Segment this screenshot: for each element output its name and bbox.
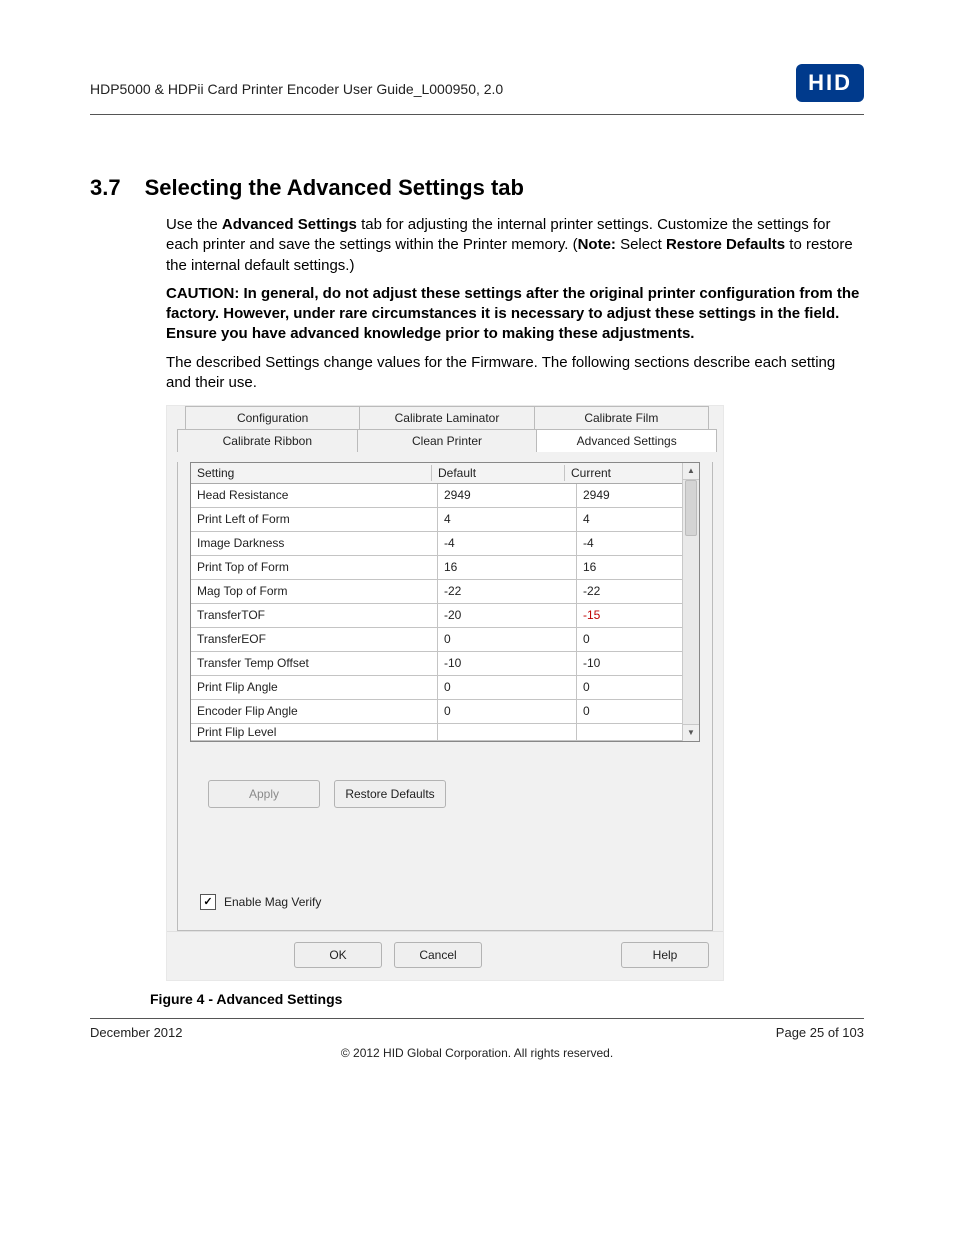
settings-table: Setting Default Current Head Resistance2… [190,462,700,742]
tab-clean-printer[interactable]: Clean Printer [358,430,538,452]
doc-title: HDP5000 & HDPii Card Printer Encoder Use… [90,81,503,97]
section-paragraph-1: Use the Advanced Settings tab for adjust… [166,215,864,276]
advanced-settings-dialog: Configuration Calibrate Laminator Calibr… [166,405,724,981]
tab-calibrate-film[interactable]: Calibrate Film [535,407,708,429]
table-row[interactable]: TransferEOF00 [191,628,682,652]
section-number: 3.7 [90,175,121,201]
apply-button[interactable]: Apply [208,780,320,808]
section-heading: 3.7 Selecting the Advanced Settings tab [90,175,864,201]
section-title: Selecting the Advanced Settings tab [145,175,524,201]
scrollbar[interactable]: ▲ ▼ [682,463,699,741]
table-row[interactable]: Print Left of Form44 [191,508,682,532]
table-row[interactable]: Print Flip Level [191,724,682,741]
tab-advanced-settings[interactable]: Advanced Settings [537,430,716,452]
table-row[interactable]: Transfer Temp Offset-10-10 [191,652,682,676]
table-row[interactable]: Print Flip Angle00 [191,676,682,700]
footer-date: December 2012 [90,1025,183,1040]
table-row[interactable]: TransferTOF-20-15 [191,604,682,628]
enable-mag-verify-checkbox[interactable]: ✓ [200,894,216,910]
col-header-current: Current [565,465,682,481]
table-row[interactable]: Encoder Flip Angle00 [191,700,682,724]
restore-defaults-button[interactable]: Restore Defaults [334,780,446,808]
tab-configuration[interactable]: Configuration [186,407,360,429]
scroll-up-icon[interactable]: ▲ [683,463,699,480]
section-paragraph-3: The described Settings change values for… [166,353,864,394]
tab-calibrate-laminator[interactable]: Calibrate Laminator [360,407,534,429]
help-button[interactable]: Help [621,942,709,968]
table-row[interactable]: Image Darkness-4-4 [191,532,682,556]
col-header-setting: Setting [191,465,432,481]
col-header-default: Default [432,465,565,481]
footer-copyright: © 2012 HID Global Corporation. All right… [90,1046,864,1060]
cancel-button[interactable]: Cancel [394,942,482,968]
section-caution: CAUTION: In general, do not adjust these… [166,284,864,345]
figure-caption: Figure 4 - Advanced Settings [150,991,864,1007]
table-row[interactable]: Print Top of Form1616 [191,556,682,580]
scroll-thumb[interactable] [685,480,697,536]
enable-mag-verify-label: Enable Mag Verify [224,894,321,910]
table-row[interactable]: Mag Top of Form-22-22 [191,580,682,604]
scroll-down-icon[interactable]: ▼ [683,724,699,741]
table-row[interactable]: Head Resistance29492949 [191,484,682,508]
hid-logo: HID [796,64,864,102]
footer-page: Page 25 of 103 [776,1025,864,1040]
tab-calibrate-ribbon[interactable]: Calibrate Ribbon [178,430,358,452]
ok-button[interactable]: OK [294,942,382,968]
